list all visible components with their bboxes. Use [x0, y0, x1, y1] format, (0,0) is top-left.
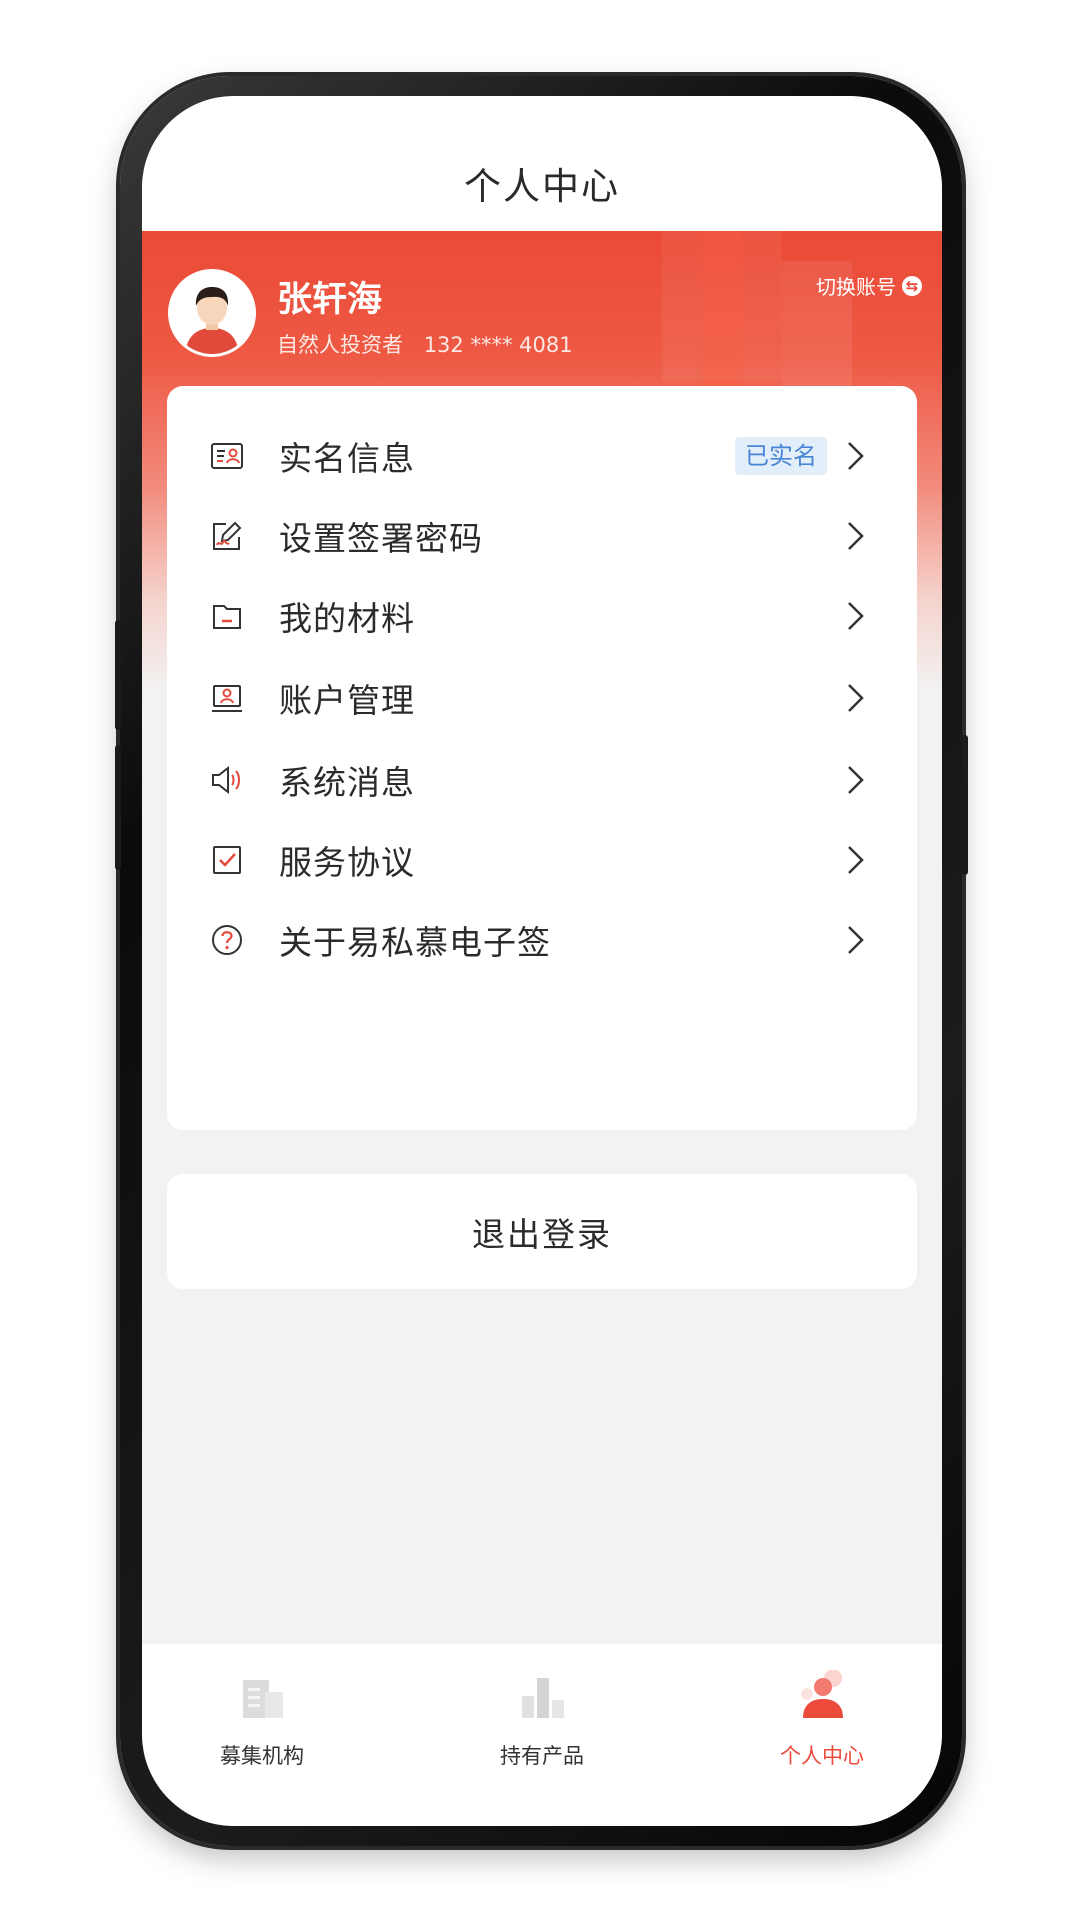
switch-account-button[interactable]: 切换账号 ⇆: [816, 271, 922, 300]
menu-item-label: 我的材料: [279, 598, 415, 638]
chevron-right-icon: [848, 845, 864, 874]
app-screen: 个人中心 张轩海 自然人投资者 132 **** 4081 切换账号 ⇆ 实名信…: [142, 96, 942, 1826]
menu-item-label: 关于易私慕电子签: [279, 922, 551, 962]
avatar[interactable]: [168, 269, 256, 357]
signature-edit-icon: [213, 521, 242, 550]
chevron-right-icon: [848, 925, 864, 954]
chevron-right-icon: [848, 601, 864, 630]
tab-label: 募集机构: [220, 1744, 304, 1768]
phone-button-right: [962, 735, 968, 875]
speaker-icon: [212, 765, 240, 794]
chevron-right-icon: [848, 765, 864, 794]
tab-holdings[interactable]: 持有产品: [422, 1662, 662, 1772]
question-circle-icon: [212, 924, 242, 955]
page-title: 个人中心: [464, 165, 620, 208]
id-card-icon: [211, 442, 243, 469]
person-icon: [801, 1670, 843, 1718]
menu-item-label: 系统消息: [279, 762, 415, 802]
account-card-icon: [212, 684, 242, 712]
tab-label: 持有产品: [500, 1744, 584, 1768]
menu-item-label: 设置签署密码: [279, 518, 483, 558]
chevron-right-icon: [848, 441, 864, 470]
phone-button-left: [115, 620, 121, 730]
phone-button-left-2: [115, 745, 121, 870]
switch-arrows-icon: ⇆: [902, 275, 922, 296]
building-icon: [243, 1680, 283, 1718]
navigation-bar: 个人中心: [142, 96, 942, 231]
tab-institutions[interactable]: 募集机构: [142, 1662, 382, 1772]
tab-bar: 募集机构 持有产品 个人中心: [142, 1644, 942, 1826]
bar-chart-icon: [522, 1678, 564, 1718]
menu-item-about[interactable]: 关于易私慕电子签: [167, 890, 917, 989]
folder-icon: [213, 604, 241, 629]
user-name: 张轩海: [277, 280, 383, 320]
chevron-right-icon: [848, 521, 864, 550]
user-role: 自然人投资者: [277, 333, 403, 357]
menu-card: 实名信息 已实名 设置签署密码 我的材料 账户管理 系统消息 服务协议 关于易私…: [167, 386, 917, 1130]
user-phone: 132 **** 4081: [423, 333, 573, 357]
checkbox-icon: [213, 845, 241, 874]
menu-item-label: 账户管理: [279, 680, 415, 720]
chevron-right-icon: [848, 683, 864, 712]
menu-item-label: 服务协议: [279, 842, 415, 882]
verified-badge: 已实名: [735, 436, 827, 475]
user-info: 自然人投资者 132 **** 4081: [277, 329, 587, 359]
tab-label: 个人中心: [780, 1744, 864, 1768]
switch-account-label: 切换账号: [816, 275, 896, 299]
logout-button[interactable]: 退出登录: [167, 1174, 917, 1289]
menu-item-label: 实名信息: [279, 438, 415, 478]
tab-profile[interactable]: 个人中心: [702, 1662, 942, 1772]
